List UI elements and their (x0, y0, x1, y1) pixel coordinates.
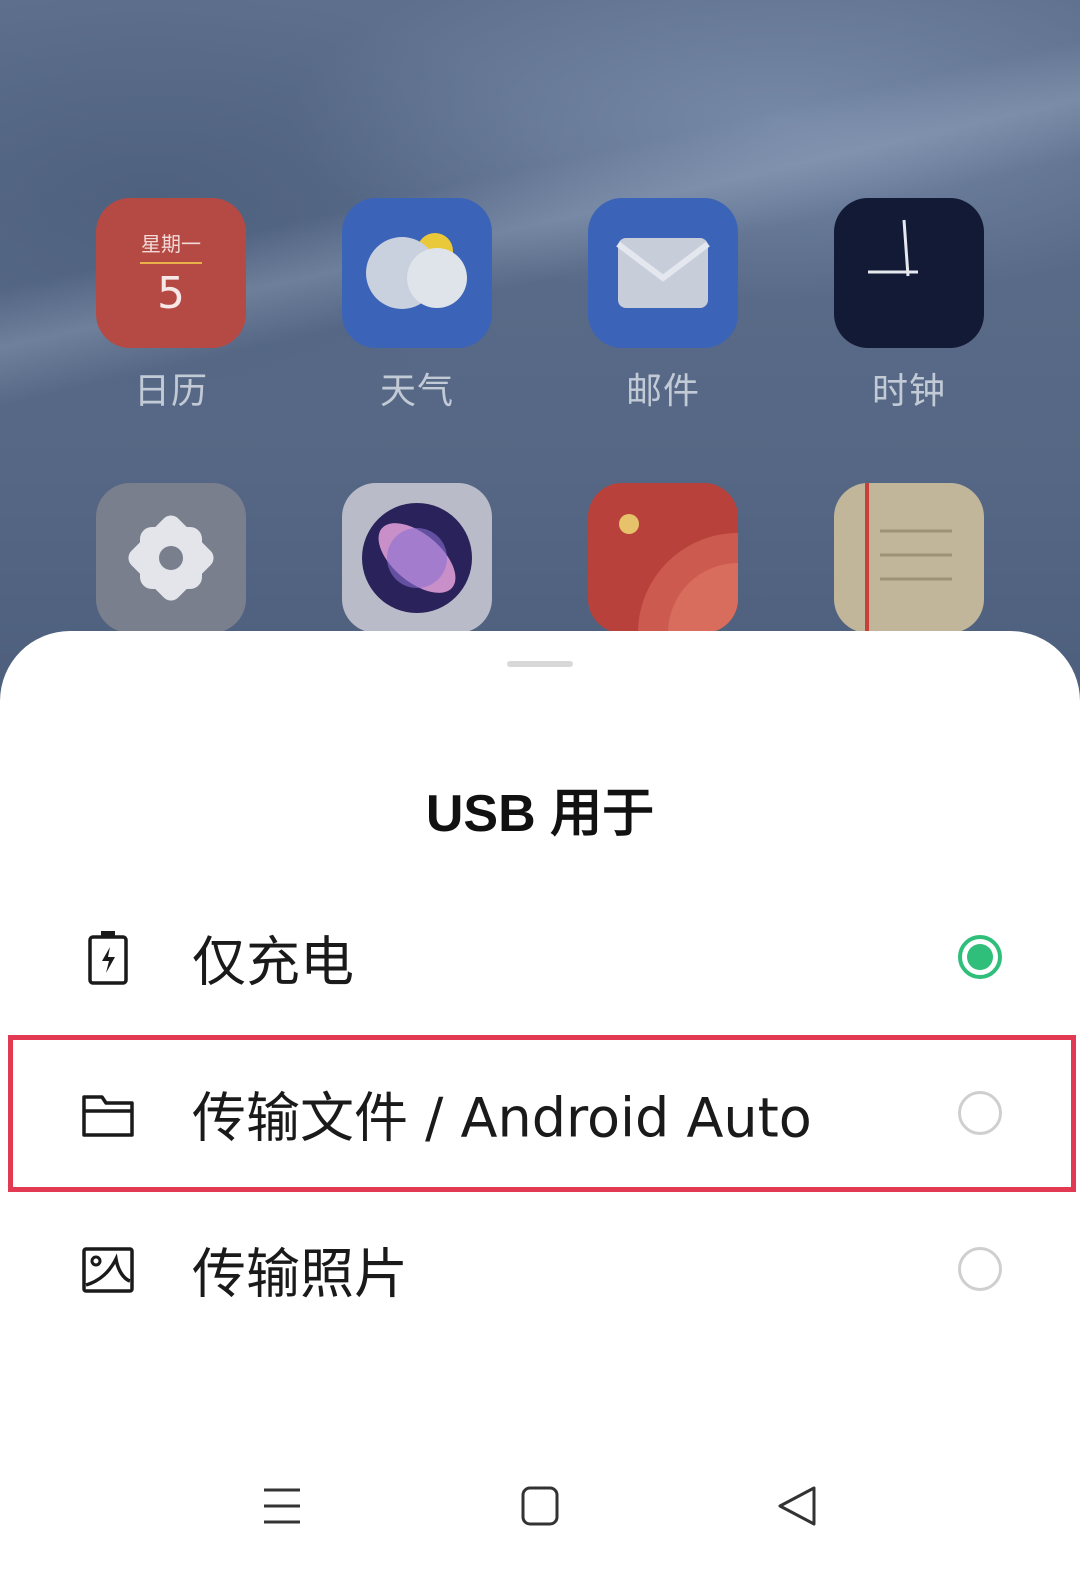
calendar-weekday: 星期一 (141, 232, 201, 256)
back-icon[interactable] (768, 1476, 828, 1536)
highlight-box (8, 1035, 1076, 1192)
mail-icon (588, 198, 738, 348)
app-calendar[interactable]: 星期一 5 日历 (96, 198, 246, 414)
app-clock[interactable]: 时钟 (834, 198, 984, 414)
calendar-icon: 星期一 5 (96, 198, 246, 348)
home-app-grid: 星期一 5 日历 天气 邮件 时钟 (0, 0, 1080, 640)
option-charge-only[interactable]: 仅充电 (0, 879, 1080, 1035)
drag-handle[interactable] (507, 661, 573, 667)
image-icon (80, 1241, 136, 1297)
app-weather[interactable]: 天气 (342, 198, 492, 414)
sheet-title: USB 用于 (425, 785, 655, 843)
notes-icon (834, 483, 984, 633)
planet-browser-icon (342, 483, 492, 633)
photos-icon (588, 483, 738, 633)
clock-icon (834, 198, 984, 348)
app-mail[interactable]: 邮件 (588, 198, 738, 414)
option-photo-transfer[interactable]: 传输照片 (0, 1191, 1080, 1347)
radio-selected[interactable] (958, 935, 1002, 979)
app-notes[interactable] (834, 483, 984, 633)
navigation-bar (0, 1440, 1080, 1570)
option-label: 传输照片 (192, 1242, 408, 1306)
option-label: 仅充电 (192, 930, 354, 994)
app-settings[interactable] (96, 483, 246, 633)
menu-icon[interactable] (252, 1476, 312, 1536)
settings-icon (96, 483, 246, 633)
radio-unselected[interactable] (958, 1247, 1002, 1291)
weather-icon (342, 198, 492, 348)
usb-mode-bottom-sheet: USB 用于 仅充电 传输文件 / Android Auto 传输照片 (0, 631, 1080, 1570)
app-label: 日历 (133, 371, 208, 412)
app-browser[interactable] (342, 483, 492, 633)
app-label: 时钟 (871, 371, 946, 412)
app-label: 天气 (379, 371, 454, 412)
battery-charging-icon (80, 929, 136, 985)
calendar-day: 5 (157, 268, 185, 319)
app-label: 邮件 (625, 371, 700, 412)
home-icon[interactable] (510, 1476, 570, 1536)
app-photos[interactable] (588, 483, 738, 633)
